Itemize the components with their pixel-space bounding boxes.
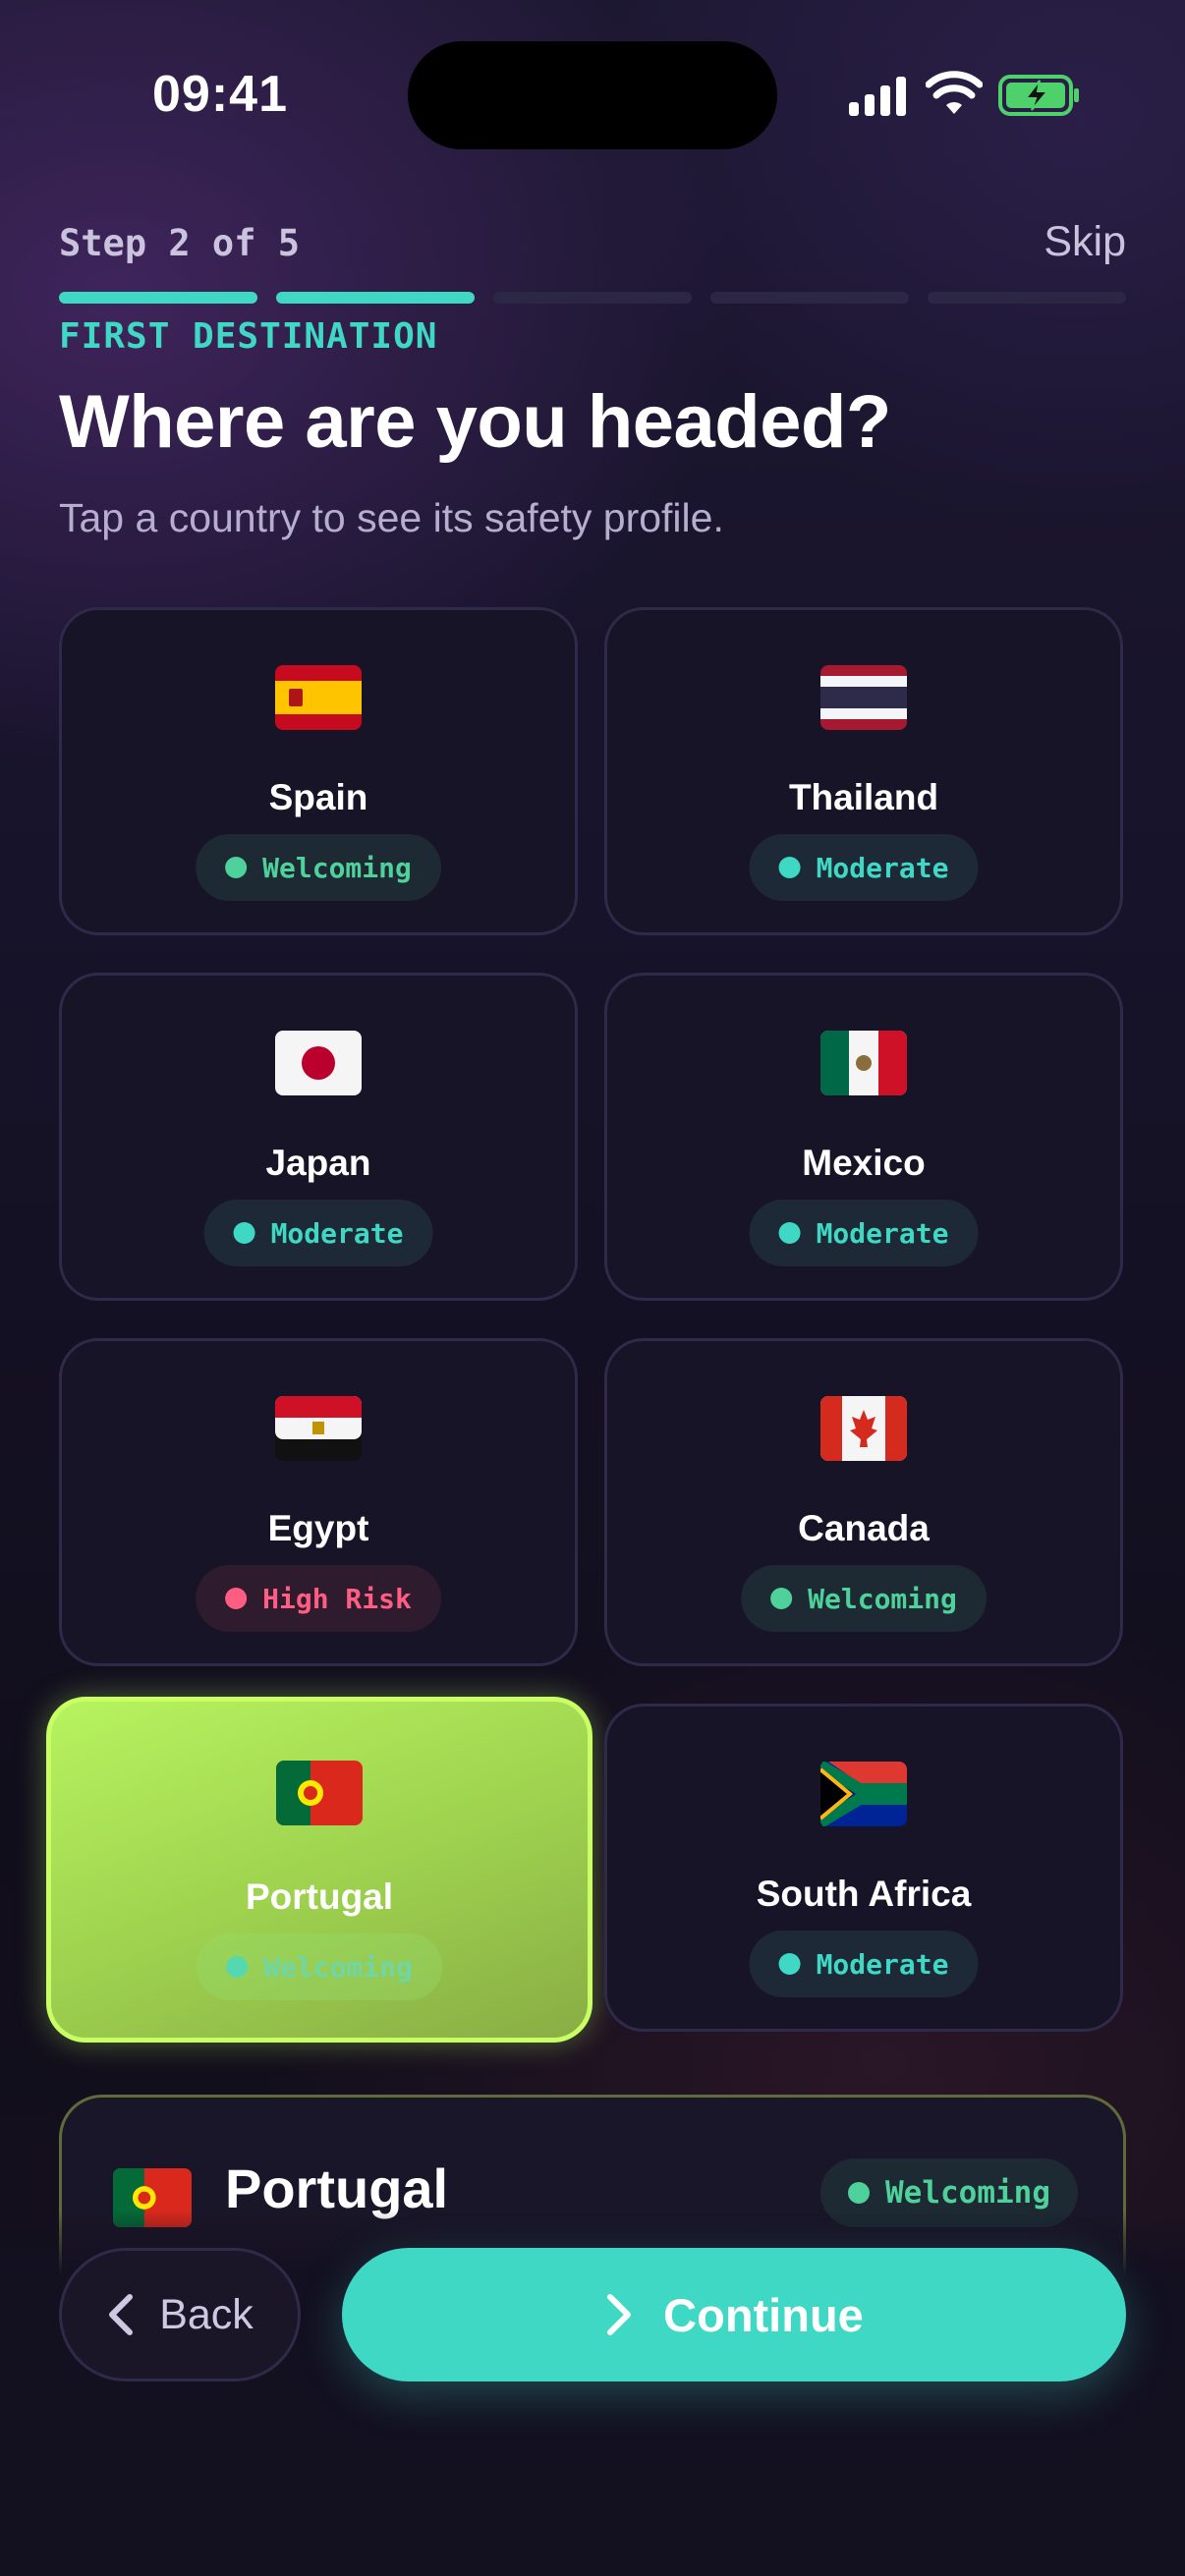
- status-dot-icon: [778, 1953, 801, 1975]
- country-card-south-africa[interactable]: South Africa Moderate: [604, 1704, 1123, 2032]
- progress-segment: [493, 292, 692, 304]
- country-card-egypt[interactable]: Egypt High Risk: [59, 1338, 578, 1666]
- spain-flag-icon: [62, 665, 575, 744]
- country-name: Mexico: [802, 1143, 926, 1183]
- wifi-icon: [926, 71, 983, 114]
- country-card-mexico[interactable]: Mexico Moderate: [604, 973, 1123, 1301]
- back-label: Back: [159, 2290, 254, 2338]
- progress-bar: [59, 292, 1126, 304]
- status-badge: Moderate: [749, 834, 979, 901]
- country-name: Portugal: [245, 1876, 394, 1917]
- country-card-spain[interactable]: Spain Welcoming: [59, 607, 578, 935]
- south-africa-flag-icon: [607, 1762, 1120, 1840]
- status-dot-icon: [778, 1222, 801, 1244]
- country-name: Egypt: [267, 1508, 369, 1548]
- dynamic-island: [408, 41, 777, 149]
- thailand-flag-icon: [607, 665, 1120, 744]
- cellular-signal-icon: [849, 77, 906, 116]
- status-dot-icon: [848, 2182, 871, 2204]
- battery-charging-icon: [998, 75, 1079, 116]
- country-card-thailand[interactable]: Thailand Moderate: [604, 607, 1123, 935]
- status-dot-icon: [233, 1222, 255, 1244]
- page-title: Where are you headed?: [59, 380, 891, 464]
- egypt-flag-icon: [62, 1396, 575, 1475]
- country-name: Japan: [265, 1143, 371, 1183]
- country-card-portugal[interactable]: Portugal Welcoming: [46, 1697, 592, 2043]
- progress-segment: [276, 292, 475, 304]
- country-name: Thailand: [788, 777, 939, 817]
- continue-label: Continue: [663, 2288, 864, 2341]
- skip-button[interactable]: Skip: [1044, 218, 1126, 266]
- back-button[interactable]: Back: [59, 2248, 301, 2381]
- status-badge: Moderate: [203, 1200, 433, 1266]
- chevron-right-icon: [607, 2294, 632, 2335]
- status-dot-icon: [225, 1588, 248, 1609]
- status-badge: High Risk: [196, 1565, 441, 1632]
- continue-button[interactable]: Continue: [342, 2248, 1126, 2381]
- chevron-left-icon: [109, 2294, 134, 2335]
- progress-segment: [710, 292, 909, 304]
- status-badge: Welcoming: [197, 1933, 442, 2000]
- country-card-japan[interactable]: Japan Moderate: [59, 973, 578, 1301]
- status-badge: Welcoming: [196, 834, 441, 901]
- status-badge: Moderate: [749, 1200, 979, 1266]
- progress-segment: [59, 292, 257, 304]
- status-time: 09:41: [152, 66, 288, 123]
- status-dot-icon: [770, 1588, 793, 1609]
- step-indicator: Step 2 of 5: [59, 222, 301, 264]
- page-subtitle: Tap a country to see its safety profile.: [59, 495, 724, 540]
- japan-flag-icon: [62, 1031, 575, 1109]
- canada-flag-icon: [607, 1396, 1120, 1475]
- country-name: South Africa: [756, 1874, 972, 1914]
- status-dot-icon: [226, 1956, 249, 1978]
- country-name: Spain: [268, 777, 368, 817]
- status-badge: Welcoming: [741, 1565, 987, 1632]
- portugal-flag-icon: [51, 1761, 588, 1839]
- status-dot-icon: [778, 857, 801, 878]
- country-name: Canada: [798, 1508, 930, 1548]
- status-badge: Moderate: [749, 1931, 979, 1997]
- mexico-flag-icon: [607, 1031, 1120, 1109]
- status-dot-icon: [225, 857, 248, 878]
- country-card-canada[interactable]: Canada Welcoming: [604, 1338, 1123, 1666]
- progress-segment: [928, 292, 1126, 304]
- section-eyebrow: FIRST DESTINATION: [59, 316, 438, 357]
